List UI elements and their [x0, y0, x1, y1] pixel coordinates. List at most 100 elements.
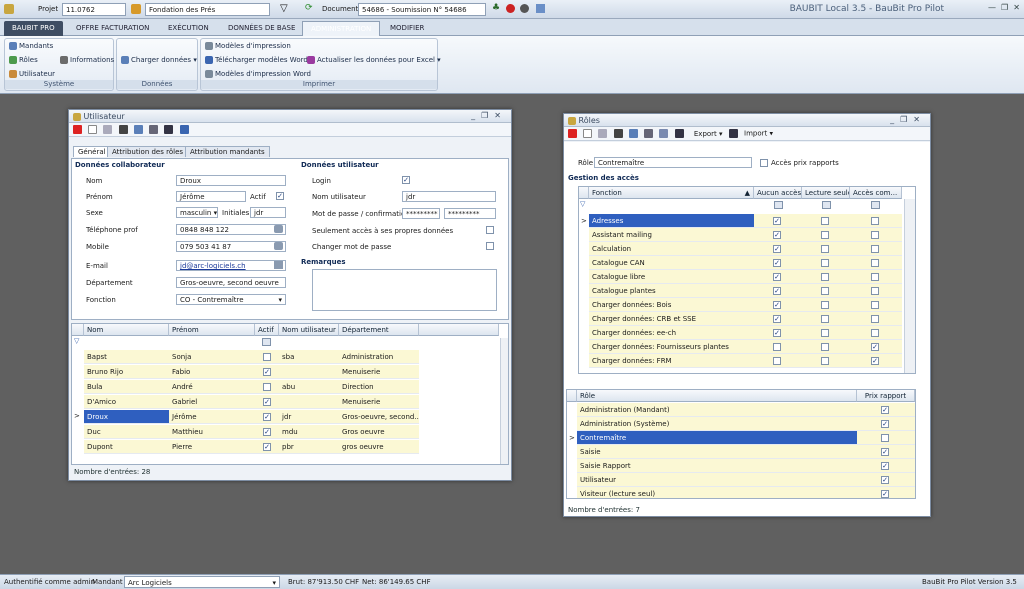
- informations-button[interactable]: Informations: [60, 56, 114, 64]
- telecharger-word-button[interactable]: Télécharger modèles Word: [205, 56, 308, 64]
- document-field[interactable]: 54686 - Soumission N° 54686: [358, 3, 486, 16]
- access-checkbox[interactable]: [821, 273, 829, 281]
- list-item[interactable]: Catalogue plantes ✓: [579, 284, 903, 298]
- access-checkbox[interactable]: [871, 301, 879, 309]
- prix-checkbox[interactable]: ✓: [881, 406, 889, 414]
- tab-baubit-pro[interactable]: BAUBIT PRO: [4, 21, 63, 36]
- table-row[interactable]: Bruno Rijo Fabio Menuiserie ✓: [72, 365, 500, 380]
- col-lecture[interactable]: Lecture seule: [802, 187, 850, 199]
- acces-prix-checkbox[interactable]: [760, 159, 768, 167]
- list-item[interactable]: Catalogue libre ✓: [579, 270, 903, 284]
- actualiser-excel-button[interactable]: Actualiser les données pour Excel ▾: [307, 56, 441, 64]
- table-row[interactable]: Duc Matthieu mdu Gros oeuvre ✓: [72, 425, 500, 440]
- access-checkbox[interactable]: [821, 231, 829, 239]
- access-checkbox[interactable]: [871, 217, 879, 225]
- access-checkbox[interactable]: ✓: [773, 231, 781, 239]
- initiales-input[interactable]: jdr: [250, 207, 286, 218]
- book-icon[interactable]: [536, 4, 545, 13]
- tab-attribution-roles[interactable]: Attribution des rôles: [107, 146, 189, 157]
- access-checkbox[interactable]: [821, 343, 829, 351]
- access-checkbox[interactable]: [821, 329, 829, 337]
- tab-execution[interactable]: EXÉCUTION: [160, 21, 217, 36]
- refresh-icon[interactable]: ⟳: [305, 3, 313, 13]
- nomutil-input[interactable]: jdr: [402, 191, 496, 202]
- save-icon[interactable]: [103, 125, 113, 134]
- access-checkbox[interactable]: [821, 315, 829, 323]
- table-row[interactable]: Dupont Pierre pbr gros oeuvre ✓: [72, 440, 500, 455]
- tab-modifier[interactable]: MODIFIER: [382, 21, 432, 36]
- mobile-phone-icon[interactable]: [274, 242, 283, 250]
- email-input[interactable]: jd@arc-logiciels.ch: [176, 260, 286, 271]
- print-icon[interactable]: [164, 125, 174, 134]
- access-checkbox[interactable]: [821, 245, 829, 253]
- nom-input[interactable]: Droux: [176, 175, 286, 186]
- roles-copy-icon[interactable]: [644, 129, 654, 138]
- table-row[interactable]: Bapst Sonja sba Administration: [72, 350, 500, 365]
- import-button[interactable]: Import ▾: [744, 130, 773, 138]
- roles-print-icon[interactable]: [674, 129, 684, 138]
- access-checkbox[interactable]: [821, 259, 829, 267]
- prix-checkbox[interactable]: ✓: [881, 490, 889, 498]
- access-checkbox[interactable]: ✓: [773, 315, 781, 323]
- charger-donnees-button[interactable]: Charger données ▾: [121, 56, 197, 64]
- table-row[interactable]: Administration (Système) ✓: [567, 417, 915, 431]
- roles-duplicate-icon[interactable]: [659, 129, 669, 138]
- list-item[interactable]: Charger données: FRM ✓: [579, 354, 903, 368]
- actif-row-checkbox[interactable]: [263, 383, 271, 391]
- role-input[interactable]: Contremaître: [594, 157, 752, 168]
- access-checkbox[interactable]: ✓: [773, 287, 781, 295]
- access-checkbox[interactable]: ✓: [773, 245, 781, 253]
- list-item[interactable]: Calculation ✓: [579, 242, 903, 256]
- access-checkbox[interactable]: [871, 273, 879, 281]
- mdp-confirm-input[interactable]: *********: [444, 208, 496, 219]
- actif-row-checkbox[interactable]: ✓: [263, 413, 271, 421]
- login-checkbox[interactable]: ✓: [402, 176, 410, 184]
- table-row[interactable]: Visiteur (lecture seul) ✓: [567, 487, 915, 498]
- access-checkbox[interactable]: [773, 357, 781, 365]
- filter-lecture-icon[interactable]: [822, 201, 831, 209]
- col-aucun[interactable]: Aucun accès: [754, 187, 802, 199]
- seul-checkbox[interactable]: [486, 226, 494, 234]
- list-item[interactable]: Charger données: Fournisseurs plantes ✓: [579, 340, 903, 354]
- access-checkbox[interactable]: [821, 301, 829, 309]
- roles-window-buttons-icon[interactable]: _❐✕: [890, 115, 926, 124]
- access-checkbox[interactable]: ✓: [871, 343, 879, 351]
- tab-administration[interactable]: ADMINISTRATION: [302, 21, 381, 36]
- prix-checkbox[interactable]: ✓: [881, 448, 889, 456]
- copy-icon[interactable]: [149, 125, 159, 134]
- table-row[interactable]: Administration (Mandant) ✓: [567, 403, 915, 417]
- remarques-textarea[interactable]: [312, 269, 497, 311]
- tab-attribution-mandants[interactable]: Attribution mandants: [185, 146, 270, 157]
- access-checkbox[interactable]: ✓: [773, 273, 781, 281]
- mobile-input[interactable]: 079 503 41 87: [176, 241, 286, 252]
- utilisateur-button[interactable]: Utilisateur: [9, 70, 55, 78]
- actif-row-checkbox[interactable]: ✓: [263, 443, 271, 451]
- actif-row-checkbox[interactable]: [263, 353, 271, 361]
- actif-checkbox[interactable]: ✓: [276, 192, 284, 200]
- prix-checkbox[interactable]: ✓: [881, 462, 889, 470]
- mail-icon[interactable]: [274, 261, 283, 269]
- col-nomutil[interactable]: Nom utilisateur: [279, 324, 339, 336]
- list-item[interactable]: Charger données: ee-ch ✓: [579, 326, 903, 340]
- access-checkbox[interactable]: [871, 259, 879, 267]
- roles-button[interactable]: Rôles: [9, 56, 38, 64]
- list-item[interactable]: Assistant mailing ✓: [579, 228, 903, 242]
- roles-new-icon[interactable]: [583, 129, 593, 138]
- cancel-icon[interactable]: [118, 125, 128, 134]
- col-acces-com[interactable]: Accès com...: [850, 187, 902, 199]
- actif-row-checkbox[interactable]: ✓: [263, 398, 271, 406]
- tab-offre-facturation[interactable]: OFFRE FACTURATION: [68, 21, 157, 36]
- col-dept[interactable]: Département: [339, 324, 419, 336]
- fonction-select[interactable]: CO - Contremaître ▾: [176, 294, 286, 305]
- tel-input[interactable]: 0848 848 122: [176, 224, 286, 235]
- phone-icon[interactable]: [274, 225, 283, 233]
- mandant-select[interactable]: Arc Logiciels ▾: [124, 576, 280, 588]
- access-checkbox[interactable]: ✓: [773, 217, 781, 225]
- col-prix-rapport[interactable]: Prix rapport: [857, 390, 915, 402]
- prix-checkbox[interactable]: [881, 434, 889, 442]
- window-buttons-icon[interactable]: _❐✕: [471, 111, 507, 120]
- table-row[interactable]: D'Amico Gabriel Menuiserie ✓: [72, 395, 500, 410]
- col-fonction[interactable]: Fonction ▲: [589, 187, 754, 199]
- prenom-input[interactable]: Jérôme: [176, 191, 246, 202]
- settings-icon[interactable]: [520, 4, 529, 13]
